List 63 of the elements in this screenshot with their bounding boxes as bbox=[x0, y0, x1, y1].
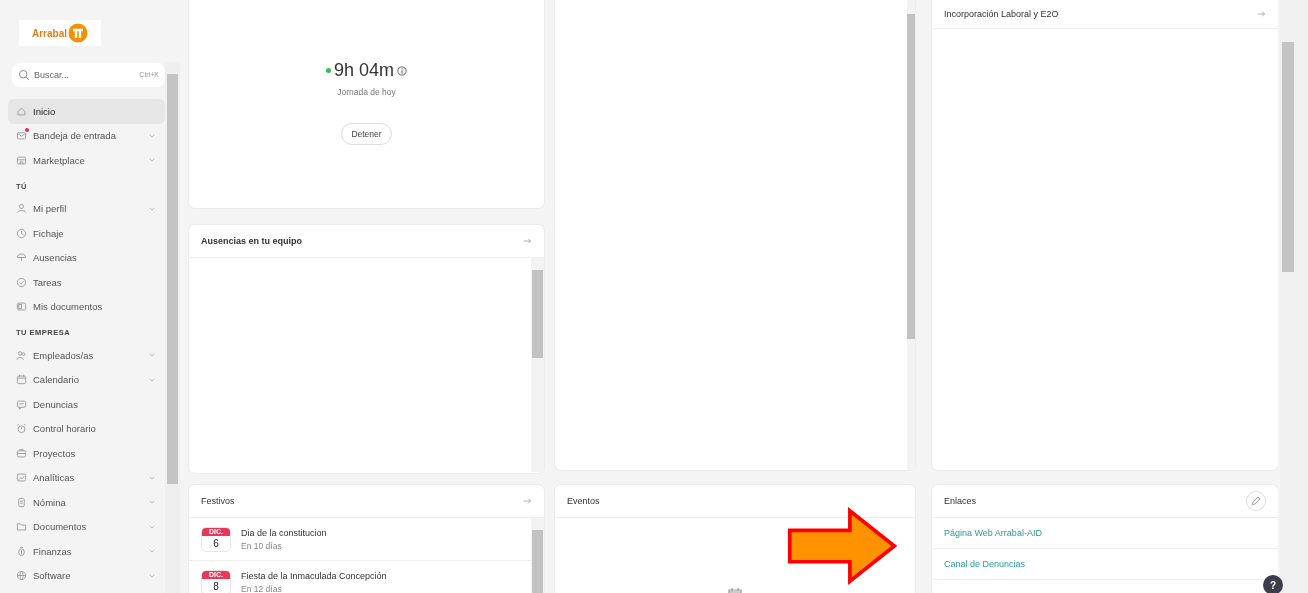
sidebar-item[interactable]: Denuncias bbox=[8, 392, 165, 417]
arrow-icon bbox=[523, 498, 532, 504]
scrollbar[interactable] bbox=[531, 518, 544, 593]
sidebar-item[interactable]: Mis documentos bbox=[8, 294, 165, 319]
sidebar-item[interactable]: Calendario bbox=[8, 367, 165, 392]
stop-button[interactable]: Detener bbox=[341, 123, 392, 145]
scrollbar[interactable] bbox=[531, 258, 544, 472]
people-icon bbox=[16, 349, 27, 361]
holiday-date: En 10 días bbox=[241, 540, 283, 551]
mail-icon bbox=[16, 130, 27, 142]
calendar-icon bbox=[16, 374, 27, 386]
sidebar-item[interactable]: Nómina bbox=[8, 490, 165, 515]
logo-text: Arrabal bbox=[32, 27, 67, 39]
caption: Jornada de hoy bbox=[337, 87, 396, 97]
user-icon bbox=[16, 203, 27, 215]
sidebar-item[interactable]: Documentos bbox=[8, 514, 165, 539]
holiday-date: En 12 días bbox=[241, 583, 283, 593]
sidebar-item[interactable]: Ausencias bbox=[8, 245, 165, 270]
logo-mark-icon bbox=[68, 23, 88, 43]
scrollbar[interactable] bbox=[165, 62, 180, 593]
search-icon bbox=[18, 69, 30, 81]
document-icon bbox=[16, 301, 27, 313]
scrollbar[interactable] bbox=[907, 0, 915, 470]
home-icon bbox=[16, 105, 27, 117]
sidebar-item[interactable]: Marketplace bbox=[8, 148, 165, 173]
calendar-icon bbox=[727, 587, 743, 593]
umbrella-icon bbox=[16, 252, 27, 264]
sidebar-item[interactable]: Analíticas bbox=[8, 465, 165, 490]
info-icon bbox=[397, 65, 407, 76]
chat-icon bbox=[16, 398, 27, 410]
check-circle-icon bbox=[16, 276, 27, 288]
card-title: Incorporación Laboral y E2O bbox=[944, 9, 1059, 19]
sidebar-item[interactable]: Bandeja de entrada bbox=[8, 123, 165, 148]
card-title: Festivos bbox=[201, 496, 235, 506]
edit-button[interactable] bbox=[1246, 491, 1266, 511]
pencil-icon bbox=[1250, 495, 1262, 507]
card-title: Eventos bbox=[567, 496, 600, 506]
card-title: Enlaces bbox=[944, 496, 977, 506]
holiday-name: Dia de la constitucion bbox=[241, 527, 327, 538]
sidebar-item[interactable]: Empleados/as bbox=[8, 343, 165, 368]
globe-icon bbox=[16, 570, 27, 582]
chart-icon bbox=[16, 472, 27, 484]
alarm-icon bbox=[16, 423, 27, 435]
sidebar-item[interactable]: Fichaje bbox=[8, 221, 165, 246]
arrow-icon bbox=[523, 238, 532, 244]
card-title: Ausencias en tu equipo bbox=[201, 236, 303, 246]
sidebar-item[interactable]: Finanzas bbox=[8, 539, 165, 564]
clock-icon bbox=[16, 227, 27, 239]
scrollbar[interactable] bbox=[1280, 0, 1308, 593]
receipt-icon bbox=[16, 496, 27, 508]
sidebar-item[interactable]: Control horario bbox=[8, 416, 165, 441]
sidebar-item[interactable]: Inicio bbox=[8, 99, 165, 124]
holiday-name: Fiesta de la Inmaculada Concepción bbox=[241, 570, 387, 581]
timer-value: 9h 04m bbox=[333, 60, 394, 81]
store-icon bbox=[16, 154, 27, 166]
arrow-icon bbox=[1257, 11, 1266, 17]
link[interactable]: Página Web Arrabal-AID bbox=[932, 518, 1278, 549]
sidebar-item[interactable]: Tareas bbox=[8, 270, 165, 295]
sidebar-item[interactable]: Mi perfil bbox=[8, 196, 165, 221]
briefcase-icon bbox=[16, 447, 27, 459]
sidebar-item[interactable]: Proyectos bbox=[8, 441, 165, 466]
sidebar-item[interactable]: Software bbox=[8, 563, 165, 588]
folder-icon bbox=[16, 521, 27, 533]
